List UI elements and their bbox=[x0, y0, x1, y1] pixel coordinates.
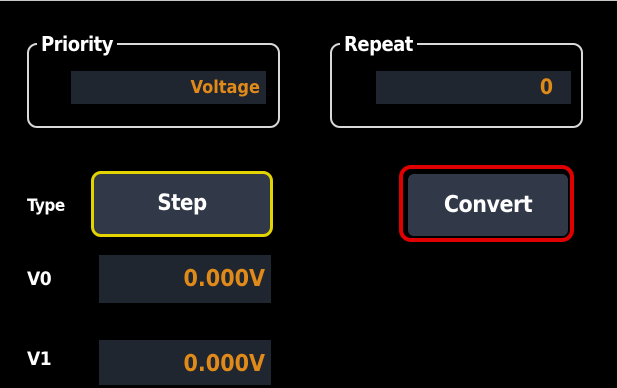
repeat-field[interactable]: 0 bbox=[376, 71, 571, 104]
repeat-group: Repeat 0 bbox=[330, 33, 583, 128]
priority-legend: Priority bbox=[37, 33, 117, 55]
type-label: Type bbox=[27, 196, 65, 216]
top-divider bbox=[0, 0, 617, 1]
priority-field[interactable]: Voltage bbox=[71, 71, 266, 104]
convert-button-face[interactable]: Convert bbox=[408, 174, 568, 236]
v0-field[interactable]: 0.000V bbox=[99, 255, 271, 303]
priority-group: Priority Voltage bbox=[27, 33, 280, 128]
step-button[interactable]: Step bbox=[91, 171, 273, 237]
convert-button[interactable]: Convert bbox=[399, 165, 574, 242]
v1-label: V1 bbox=[27, 348, 52, 370]
repeat-legend: Repeat bbox=[340, 33, 417, 55]
v1-field[interactable]: 0.000V bbox=[99, 340, 271, 385]
v0-label: V0 bbox=[27, 268, 52, 290]
